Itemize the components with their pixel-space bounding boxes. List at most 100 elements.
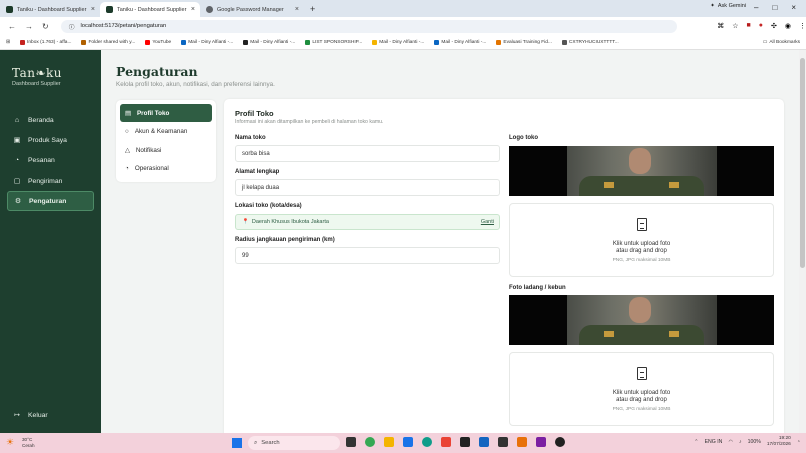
card-subtitle: Informasi ini akan ditampilkan ke pembel…	[235, 119, 384, 125]
subnav-item-operasional[interactable]: ◔ Operasional	[120, 160, 212, 178]
close-icon[interactable]: ×	[295, 6, 299, 13]
chrome-icon[interactable]	[365, 437, 375, 447]
subnav-item-akun-keamanan[interactable]: ○ Akun & Keamanan	[120, 123, 212, 141]
sidebar-item-pengiriman[interactable]: ▢ Pengiriman	[7, 172, 94, 190]
sidebar-item-pengaturan[interactable]: ⚙ Pengaturan	[7, 191, 94, 211]
app-icon[interactable]	[460, 437, 470, 447]
sidebar-item-label: Pengaturan	[29, 197, 67, 205]
page-title: Pengaturan	[116, 64, 198, 79]
bookmark-item[interactable]: CXTRYHUCIUXTTTT...	[561, 39, 619, 45]
address-bar-row: ← → ↻ ⓘ localhost:5173/petani/pengaturan…	[0, 17, 806, 35]
clock[interactable]: 19:20 17/07/2026	[767, 436, 791, 448]
site-info-icon[interactable]: ⓘ	[69, 22, 75, 31]
back-icon[interactable]: ←	[8, 22, 16, 31]
document-icon	[636, 366, 647, 380]
wifi-icon[interactable]: ◠	[728, 439, 733, 445]
sidebar-item-label: Pesanan	[28, 156, 55, 164]
browser-tab[interactable]: Taniku - Dashboard Supplier ×	[0, 2, 100, 17]
menu-icon[interactable]: ⋮	[799, 22, 806, 30]
bookmark-item[interactable]: Folder shared with y...	[81, 39, 135, 45]
url-input[interactable]: ⓘ localhost:5173/petani/pengaturan	[60, 19, 678, 33]
forward-icon[interactable]: →	[25, 22, 33, 31]
bookmark-item[interactable]: YouTube	[145, 39, 171, 45]
logo-upload-dropzone[interactable]: Klik untuk upload foto atau drag and dro…	[509, 203, 774, 277]
ask-gemini-button[interactable]: ✦ Ask Gemini	[710, 3, 746, 9]
close-window-icon[interactable]: ×	[791, 3, 796, 12]
document-icon	[636, 217, 647, 231]
page-scrollbar[interactable]	[799, 50, 806, 433]
bookmark-item[interactable]: LIST SPONSORSHIP...	[305, 39, 362, 45]
address-input[interactable]: jl kelapa duaa	[235, 179, 500, 196]
media-icon[interactable]	[555, 437, 565, 447]
reload-icon[interactable]: ↻	[42, 22, 49, 31]
browser-tab-active[interactable]: Taniku - Dashboard Supplier ×	[100, 2, 200, 17]
task-view-icon[interactable]	[346, 437, 356, 447]
radius-input[interactable]: 99	[235, 247, 500, 264]
logout-button[interactable]: ↦ Keluar	[7, 406, 94, 424]
all-bookmarks-button[interactable]: ▭ All Bookmarks	[763, 40, 800, 45]
translate-icon[interactable]: ⌘	[717, 22, 724, 30]
apps-icon[interactable]: ⊞	[6, 40, 10, 45]
sidebar-item-produk-saya[interactable]: ▣ Produk Saya	[7, 131, 94, 149]
subnav-item-notifikasi[interactable]: △ Notifikasi	[120, 141, 212, 159]
sidebar-item-pesanan[interactable]: ◔ Pesanan	[7, 151, 94, 169]
portrait-uniform	[579, 325, 704, 345]
bookmark-item[interactable]: Mail - Diny Alfianti -...	[181, 39, 233, 45]
subnav-label: Profil Toko	[136, 109, 170, 117]
change-location-link[interactable]: Ganti	[481, 219, 494, 225]
sidebar-item-label: Produk Saya	[28, 136, 67, 144]
bookmark-favicon-icon	[496, 39, 502, 45]
os-taskbar: ☀ 30°C Cerah ⌕ Search ⌃ ENG IN ◠ ♪ 100% …	[0, 433, 806, 453]
bookmark-item[interactable]: Mail - Diny Alfianti -...	[372, 39, 424, 45]
maximize-icon[interactable]: □	[772, 3, 777, 12]
new-tab-icon[interactable]: +	[310, 4, 315, 14]
close-icon[interactable]: ×	[191, 6, 195, 13]
farm-photo-upload-dropzone[interactable]: Klik untuk upload foto atau drag and dro…	[509, 352, 774, 426]
store-name-input[interactable]: sorba bisa	[235, 145, 500, 162]
radius-label: Radius jangkauan pengiriman (km)	[235, 237, 335, 243]
bookmark-item[interactable]: Inbox (1.763) - affa...	[20, 39, 71, 45]
bookmark-favicon-icon	[305, 39, 311, 45]
subnav-label: Notifikasi	[135, 146, 162, 154]
app-icon[interactable]	[441, 437, 451, 447]
card-title: Profil Toko	[235, 109, 274, 118]
pin-icon: 📍	[242, 219, 249, 225]
box-icon: ▣	[13, 137, 21, 144]
close-icon[interactable]: ×	[91, 6, 95, 13]
windows-start-icon[interactable]	[232, 438, 242, 448]
cart-icon: ◔	[14, 156, 20, 164]
scrollbar-thumb[interactable]	[800, 58, 805, 268]
sidebar-item-beranda[interactable]: ⌂ Beranda	[7, 111, 94, 129]
file-explorer-icon[interactable]	[384, 437, 394, 447]
upload-text: Klik untuk upload foto	[612, 240, 671, 247]
notification-icon[interactable]: ◔	[797, 439, 800, 445]
volume-icon[interactable]: ♪	[739, 439, 742, 445]
store-app-icon[interactable]	[403, 437, 413, 447]
subnav-item-profil-toko[interactable]: ▤ Profil Toko	[120, 104, 212, 122]
language-indicator[interactable]: ENG IN	[705, 439, 723, 445]
extensions-puzzle-icon[interactable]: ✣	[771, 22, 777, 30]
browser-tab[interactable]: Google Password Manager ×	[200, 2, 304, 17]
portrait-medal	[604, 182, 614, 188]
chevron-up-icon[interactable]: ⌃	[694, 439, 698, 445]
bookmark-favicon-icon	[434, 39, 440, 45]
terminal-icon[interactable]	[498, 437, 508, 447]
bookmark-item[interactable]: Mail - Diny Alfianti -...	[243, 39, 295, 45]
profile-avatar-icon[interactable]: ◉	[785, 22, 791, 30]
minimize-icon[interactable]: –	[754, 3, 758, 12]
store-name-label: Nama toko	[235, 135, 266, 141]
app-icon[interactable]	[517, 437, 527, 447]
portrait-medal	[604, 331, 614, 337]
upload-text: atau drag and drop	[616, 247, 667, 254]
bookmark-star-icon[interactable]: ☆	[732, 22, 738, 30]
extension-icon[interactable]: ■	[747, 22, 751, 30]
vscode-icon[interactable]	[479, 437, 489, 447]
battery-percent[interactable]: 100%	[748, 439, 761, 445]
bookmark-item[interactable]: Mail - Diny Alfianti -...	[434, 39, 486, 45]
bookmark-item[interactable]: Evaluasi Training Fid...	[496, 39, 552, 45]
bookmarks-bar: ⊞ Inbox (1.763) - affa... Folder shared …	[0, 35, 806, 50]
extension-icon[interactable]: ●	[759, 22, 763, 30]
app-icon[interactable]	[536, 437, 546, 447]
edge-icon[interactable]	[422, 437, 432, 447]
taskbar-search[interactable]: ⌕ Search	[248, 436, 340, 450]
